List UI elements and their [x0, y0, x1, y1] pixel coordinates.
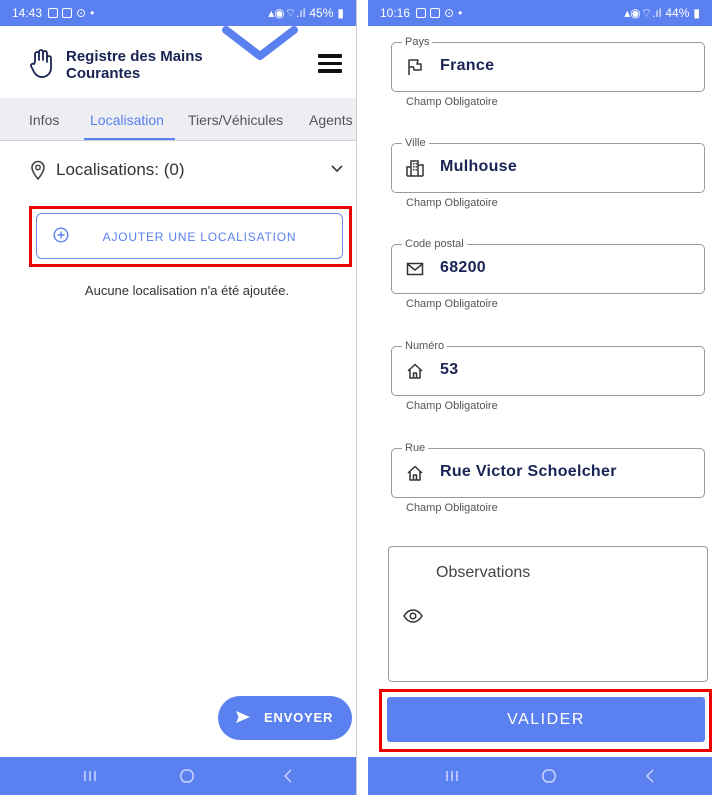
home-icon	[407, 465, 423, 481]
active-tab-indicator	[84, 138, 175, 140]
battery-level: 44%	[665, 6, 690, 20]
country-helper-text: Champ Obligatoire	[406, 96, 498, 108]
locations-count-label: Localisations: (0)	[56, 160, 185, 179]
street-number-value: 53	[440, 361, 459, 378]
observations-textarea[interactable]: Observations	[388, 546, 708, 682]
postal-code-field-label: Code postal	[402, 238, 467, 250]
city-helper-text: Champ Obligatoire	[406, 197, 498, 209]
status-dot: •	[90, 6, 95, 20]
status-dot: •	[458, 6, 463, 20]
gallery-icon	[48, 8, 59, 18]
hand-logo-icon	[30, 49, 52, 78]
postal-code-helper-text: Champ Obligatoire	[406, 298, 498, 310]
tab-tiers-vehicules[interactable]: Tiers/Véhicules	[188, 112, 283, 128]
app-title-line1: Registre des Mains	[66, 48, 203, 65]
city-value: Mulhouse	[440, 158, 518, 175]
city-field[interactable]: Ville Mulhouse	[391, 137, 705, 193]
send-icon	[236, 711, 250, 723]
locations-section-header[interactable]: Localisations: (0)	[0, 148, 356, 192]
battery-icon: ▮	[337, 6, 344, 20]
country-field[interactable]: Pays France	[391, 36, 705, 92]
location-pin-icon	[31, 160, 45, 180]
battery-icon: ▮	[693, 6, 700, 20]
send-button[interactable]: ENVOYER	[218, 696, 352, 740]
app-title: Registre des Mains Courantes	[66, 48, 203, 82]
signal-icon: ▴◉⌔.ıl	[624, 5, 662, 20]
flag-icon	[408, 59, 422, 75]
gallery-icon	[416, 8, 427, 18]
street-number-field-label: Numéro	[402, 340, 448, 352]
postal-code-value: 68200	[440, 259, 486, 276]
status-bar: 10:16 ⊙ • ▴◉⌔.ıl 44% ▮	[368, 0, 712, 26]
mail-icon	[406, 262, 424, 276]
street-field[interactable]: Rue Rue Victor Schoelcher	[391, 442, 705, 498]
app-header: Registre des Mains Courantes	[0, 26, 356, 98]
chevron-down-icon[interactable]	[330, 164, 344, 174]
street-field-label: Rue	[402, 442, 429, 454]
tab-infos[interactable]: Infos	[29, 112, 59, 128]
city-icon	[406, 160, 424, 177]
sync-icon: ⊙	[76, 6, 87, 20]
add-location-button[interactable]: AJOUTER UNE LOCALISATION	[36, 213, 343, 259]
menu-icon[interactable]	[318, 54, 342, 73]
right-screen: 10:16 ⊙ • ▴◉⌔.ıl 44% ▮ Pays France Champ…	[368, 0, 712, 795]
country-field-label: Pays	[402, 36, 433, 48]
country-value: France	[440, 57, 495, 74]
chevron-decoration-icon	[222, 26, 298, 60]
battery-level: 45%	[309, 6, 334, 20]
home-nav-icon[interactable]	[179, 768, 195, 784]
recents-icon[interactable]	[83, 768, 97, 784]
add-location-label: AJOUTER UNE LOCALISATION	[102, 230, 297, 244]
observations-placeholder: Observations	[436, 564, 531, 581]
signal-icon: ▴◉⌔.ıl	[268, 5, 306, 20]
status-time: 14:43	[12, 6, 43, 20]
screen-divider	[357, 0, 368, 795]
street-helper-text: Champ Obligatoire	[406, 502, 498, 514]
empty-message: Aucune localisation n'a été ajoutée.	[84, 283, 290, 298]
postal-code-field[interactable]: Code postal 68200	[391, 238, 705, 294]
send-button-label: ENVOYER	[264, 710, 334, 725]
street-number-helper-text: Champ Obligatoire	[406, 400, 498, 412]
recents-icon[interactable]	[445, 768, 459, 784]
status-time: 10:16	[380, 6, 411, 20]
notification-icon	[430, 8, 441, 18]
city-field-label: Ville	[402, 137, 429, 149]
street-number-field[interactable]: Numéro 53	[391, 340, 705, 396]
validate-button[interactable]: VALIDER	[387, 697, 705, 742]
back-icon[interactable]	[282, 768, 294, 784]
tab-bar: Infos Localisation Tiers/Véhicules Agent…	[0, 98, 356, 141]
left-screen: 14:43 ⊙ • ▴◉⌔.ıl 45% ▮ Registre des Main…	[0, 0, 357, 795]
notification-icon	[62, 8, 73, 18]
home-nav-icon[interactable]	[541, 768, 557, 784]
back-icon[interactable]	[644, 768, 656, 784]
app-title-line2: Courantes	[66, 65, 141, 82]
tab-localisation[interactable]: Localisation	[90, 112, 164, 128]
status-bar: 14:43 ⊙ • ▴◉⌔.ıl 45% ▮	[0, 0, 356, 26]
system-nav-bar	[0, 757, 356, 795]
sync-icon: ⊙	[444, 6, 455, 20]
eye-icon	[403, 609, 423, 623]
system-nav-bar	[368, 757, 712, 795]
home-icon	[407, 363, 423, 379]
street-value: Rue Victor Schoelcher	[440, 463, 617, 480]
tab-agents[interactable]: Agents	[309, 112, 353, 128]
